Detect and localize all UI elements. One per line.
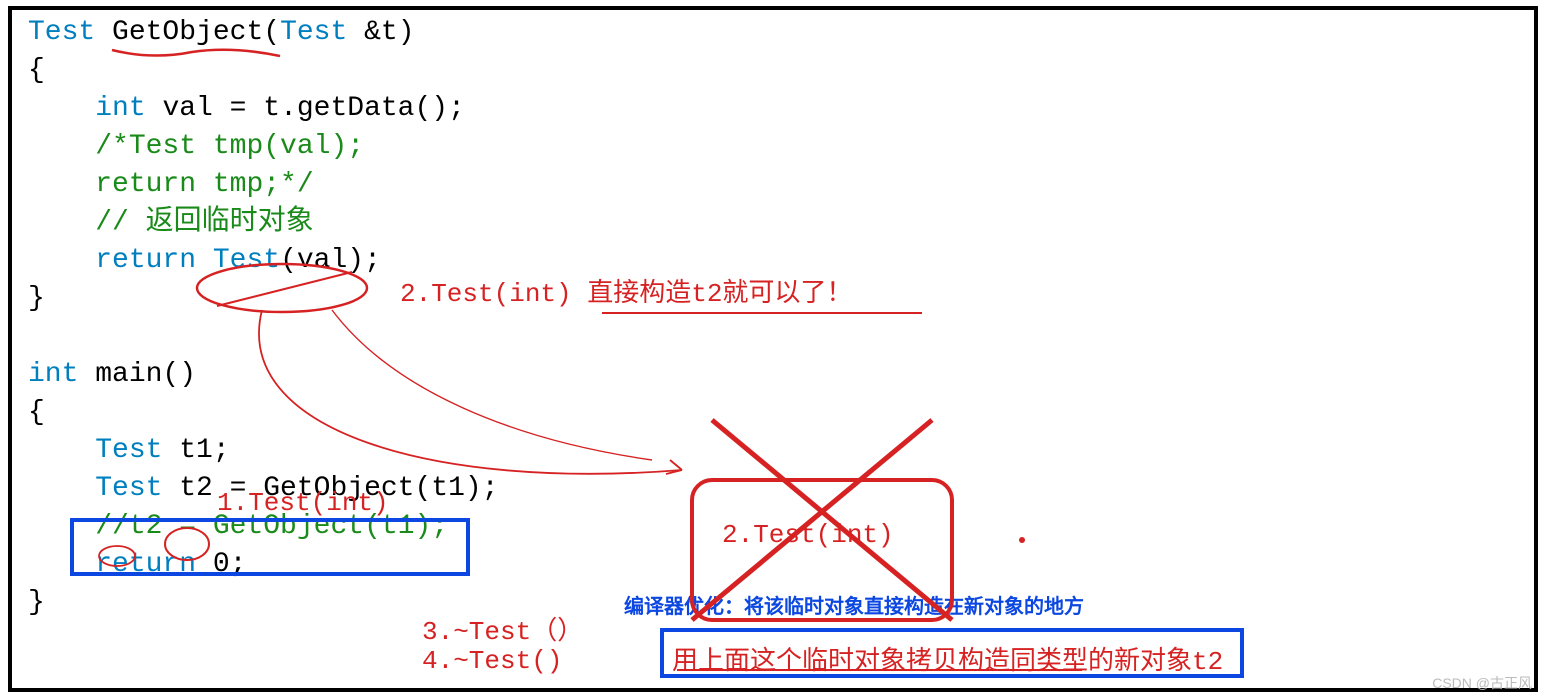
- annotation-2: 2.Test(int) 直接构造t2就可以了！: [400, 272, 852, 309]
- page: Test GetObject(Test &t) { int val = t.ge…: [0, 0, 1544, 695]
- tok: {: [28, 55, 45, 86]
- annotation-1: 1.Test(int): [217, 488, 389, 518]
- indent: [28, 435, 95, 466]
- tok-type: int: [28, 359, 78, 390]
- tok: {: [28, 397, 45, 428]
- tok-type: int: [95, 93, 145, 124]
- tok-type: Test: [95, 435, 162, 466]
- tok-comment: return tmp;*/: [95, 169, 313, 200]
- tok: t1;: [162, 435, 229, 466]
- annotation-blue: 编译器优化：将该临时对象直接构造在新对象的地方: [624, 590, 1084, 619]
- tok-type: Test: [280, 17, 347, 48]
- indent: [28, 169, 95, 200]
- tok: [196, 245, 213, 276]
- indent: [28, 549, 95, 580]
- tok: 0;: [196, 549, 246, 580]
- source-code: Test GetObject(Test &t) { int val = t.ge…: [28, 14, 499, 622]
- tok-type: Test: [95, 473, 162, 504]
- annotation-bottom: 用上面这个临时对象拷贝构造同类型的新对象t2: [672, 640, 1223, 677]
- tok: }: [28, 283, 45, 314]
- annotation-2-underline: [602, 312, 922, 314]
- annotation-2-box-label: 2.Test(int): [722, 520, 894, 550]
- tok-keyword: return: [95, 245, 196, 276]
- tok: main(): [78, 359, 196, 390]
- tok: }: [28, 587, 45, 618]
- annotation-3: 3.~Test（）: [422, 610, 583, 647]
- tok-comment: /*Test tmp(val);: [95, 131, 364, 162]
- tok: GetObject(: [95, 17, 280, 48]
- indent: [28, 207, 95, 238]
- indent: [28, 131, 95, 162]
- tok-type: Test: [213, 245, 280, 276]
- tok: val = t.getData();: [146, 93, 465, 124]
- annotation-4: 4.~Test(): [422, 646, 562, 676]
- tok: (val);: [280, 245, 381, 276]
- tok-type: Test: [28, 17, 95, 48]
- tok-comment: // 返回临时对象: [95, 207, 313, 238]
- indent: [28, 473, 95, 504]
- indent: [28, 511, 95, 542]
- tok-keyword: return: [95, 549, 196, 580]
- tok: &t): [347, 17, 414, 48]
- watermark: CSDN @古正风: [1432, 673, 1532, 693]
- indent: [28, 245, 95, 276]
- indent: [28, 93, 95, 124]
- code-frame: Test GetObject(Test &t) { int val = t.ge…: [8, 6, 1538, 692]
